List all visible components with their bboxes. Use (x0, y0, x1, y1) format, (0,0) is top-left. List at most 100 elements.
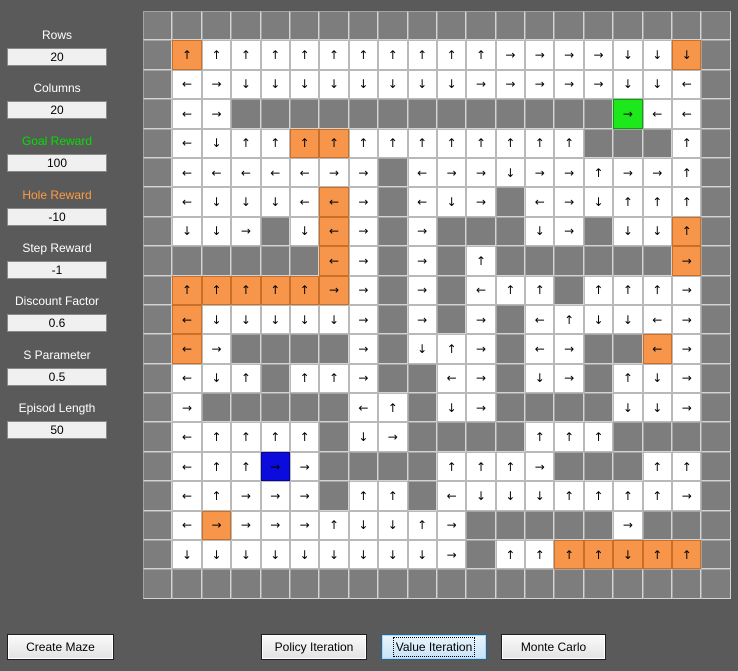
hole-cell[interactable]: ↑ (172, 40, 202, 70)
columns-input[interactable] (7, 101, 107, 119)
open-cell[interactable]: ↓ (260, 304, 290, 335)
open-cell[interactable]: ↑ (495, 451, 526, 482)
open-cell[interactable]: → (466, 157, 496, 188)
open-cell[interactable]: → (495, 40, 526, 70)
open-cell[interactable]: → (378, 422, 408, 452)
open-cell[interactable]: → (348, 334, 379, 364)
open-cell[interactable]: ↓ (289, 540, 320, 570)
open-cell[interactable]: → (672, 304, 702, 335)
hole-cell[interactable]: ↑ (554, 540, 584, 570)
open-cell[interactable]: ↑ (554, 481, 584, 511)
open-cell[interactable]: → (348, 157, 379, 188)
open-cell[interactable]: ↑ (378, 481, 408, 511)
open-cell[interactable]: → (319, 157, 349, 188)
hole-cell[interactable]: ↑ (260, 275, 290, 305)
open-cell[interactable]: → (231, 216, 261, 247)
hole-cell[interactable]: ↑ (172, 275, 202, 305)
hole-cell[interactable]: ↑ (289, 275, 320, 305)
open-cell[interactable]: ← (172, 99, 202, 129)
open-cell[interactable]: ↓ (583, 304, 614, 335)
open-cell[interactable]: → (525, 40, 555, 70)
open-cell[interactable]: ↑ (466, 246, 496, 276)
open-cell[interactable]: → (407, 275, 437, 305)
open-cell[interactable]: ↑ (319, 40, 349, 70)
open-cell[interactable]: ↑ (466, 128, 496, 158)
open-cell[interactable]: → (525, 69, 555, 100)
open-cell[interactable]: ↑ (642, 187, 673, 217)
open-cell[interactable]: ↑ (495, 128, 526, 158)
hole-cell[interactable]: ← (319, 246, 349, 276)
open-cell[interactable]: ↓ (319, 304, 349, 335)
open-cell[interactable]: ↑ (407, 40, 437, 70)
open-cell[interactable]: ← (642, 99, 673, 129)
open-cell[interactable]: ↓ (231, 304, 261, 335)
open-cell[interactable]: → (201, 99, 232, 129)
open-cell[interactable]: → (613, 157, 643, 188)
open-cell[interactable]: ← (525, 304, 555, 335)
open-cell[interactable]: ↑ (407, 510, 437, 541)
open-cell[interactable]: → (260, 510, 290, 541)
open-cell[interactable]: → (407, 246, 437, 276)
open-cell[interactable]: ↑ (672, 157, 702, 188)
open-cell[interactable]: → (672, 481, 702, 511)
open-cell[interactable]: ↑ (672, 128, 702, 158)
open-cell[interactable]: ↑ (554, 304, 584, 335)
open-cell[interactable]: ← (672, 99, 702, 129)
goal-cell[interactable]: → (613, 99, 643, 129)
open-cell[interactable]: ↓ (289, 216, 320, 247)
open-cell[interactable]: ↑ (378, 40, 408, 70)
open-cell[interactable]: ↑ (201, 40, 232, 70)
open-cell[interactable]: ↓ (201, 187, 232, 217)
open-cell[interactable]: ↑ (260, 40, 290, 70)
open-cell[interactable]: ← (348, 393, 379, 423)
hole-cell[interactable]: ↑ (672, 216, 702, 247)
open-cell[interactable]: ↓ (642, 216, 673, 247)
open-cell[interactable]: ← (172, 451, 202, 482)
open-cell[interactable]: ← (201, 157, 232, 188)
open-cell[interactable]: ↑ (378, 128, 408, 158)
open-cell[interactable]: → (554, 334, 584, 364)
open-cell[interactable]: ← (172, 363, 202, 394)
hole-cell[interactable]: ← (319, 187, 349, 217)
open-cell[interactable]: → (348, 275, 379, 305)
open-cell[interactable]: ← (642, 304, 673, 335)
open-cell[interactable]: ↓ (525, 363, 555, 394)
episod-length-input[interactable] (7, 421, 107, 439)
goal-reward-input[interactable] (7, 154, 107, 172)
open-cell[interactable]: ↓ (436, 69, 467, 100)
open-cell[interactable]: ↑ (554, 422, 584, 452)
open-cell[interactable]: ↑ (201, 422, 232, 452)
open-cell[interactable]: → (554, 363, 584, 394)
open-cell[interactable]: ↓ (348, 510, 379, 541)
open-cell[interactable]: ↓ (348, 422, 379, 452)
open-cell[interactable]: → (554, 216, 584, 247)
open-cell[interactable]: ← (672, 69, 702, 100)
open-cell[interactable]: ↑ (525, 422, 555, 452)
open-cell[interactable]: → (672, 275, 702, 305)
policy-iteration-button[interactable]: Policy Iteration (261, 634, 367, 660)
open-cell[interactable]: → (436, 540, 467, 570)
open-cell[interactable]: ↑ (260, 422, 290, 452)
open-cell[interactable]: ↑ (231, 40, 261, 70)
monte-carlo-button[interactable]: Monte Carlo (501, 634, 606, 660)
open-cell[interactable]: ↓ (378, 69, 408, 100)
open-cell[interactable]: ↑ (348, 481, 379, 511)
open-cell[interactable]: ↓ (525, 481, 555, 511)
open-cell[interactable]: → (466, 69, 496, 100)
rows-input[interactable] (7, 48, 107, 66)
open-cell[interactable]: → (672, 334, 702, 364)
open-cell[interactable]: ↑ (525, 128, 555, 158)
open-cell[interactable]: ↑ (378, 393, 408, 423)
open-cell[interactable]: ↓ (642, 69, 673, 100)
open-cell[interactable]: → (231, 510, 261, 541)
open-cell[interactable]: ↑ (348, 40, 379, 70)
hole-cell[interactable]: ← (642, 334, 673, 364)
agent-cell[interactable]: → (260, 451, 290, 482)
open-cell[interactable]: ← (172, 422, 202, 452)
open-cell[interactable]: ↑ (613, 481, 643, 511)
open-cell[interactable]: ↓ (613, 40, 643, 70)
open-cell[interactable]: ↓ (642, 40, 673, 70)
open-cell[interactable]: ↓ (378, 540, 408, 570)
open-cell[interactable]: ↓ (613, 304, 643, 335)
hole-cell[interactable]: ↑ (583, 540, 614, 570)
